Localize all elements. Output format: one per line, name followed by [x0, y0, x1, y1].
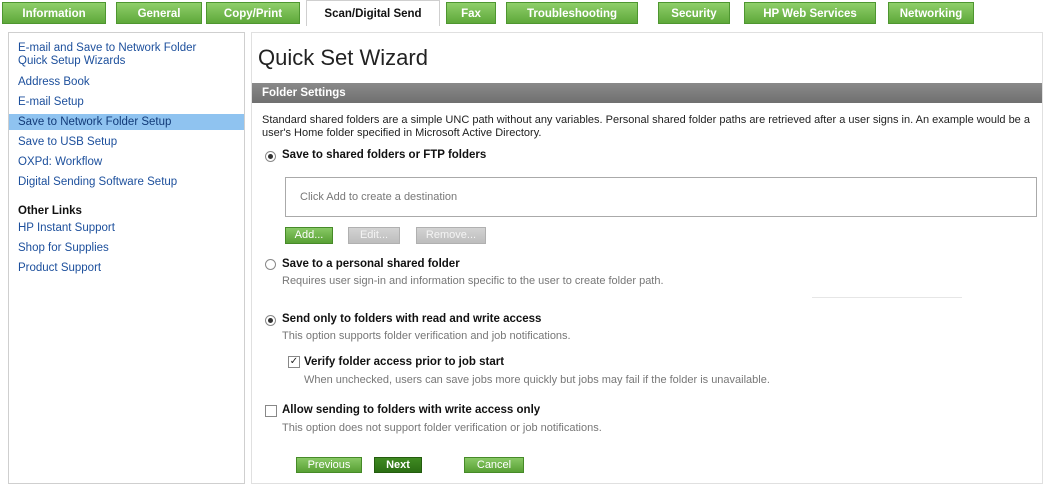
- label-read-write-access: Send only to folders with read and write…: [282, 313, 542, 325]
- tab-networking[interactable]: Networking: [888, 2, 974, 24]
- checkbox-allow-write-only[interactable]: [265, 405, 277, 417]
- checkbox-verify-access[interactable]: ✓: [288, 356, 300, 368]
- page-title: Quick Set Wizard: [258, 45, 428, 70]
- previous-button[interactable]: Previous: [296, 457, 362, 473]
- sidebar-item-digital-sending-software[interactable]: Digital Sending Software Setup: [9, 174, 244, 190]
- link-hp-instant-support[interactable]: HP Instant Support: [9, 220, 244, 236]
- radio-shared-folders[interactable]: [265, 151, 276, 162]
- tab-hp-web-services[interactable]: HP Web Services: [744, 2, 876, 24]
- destination-placeholder: Click Add to create a destination: [300, 191, 458, 203]
- label-personal-folder: Save to a personal shared folder: [282, 258, 460, 270]
- cancel-button[interactable]: Cancel: [464, 457, 524, 473]
- tab-scan-digital-send[interactable]: Scan/Digital Send: [306, 0, 440, 26]
- top-tab-bar: Information General Copy/Print Scan/Digi…: [0, 0, 1046, 26]
- sidebar-item-oxpd-workflow[interactable]: OXPd: Workflow: [9, 154, 244, 170]
- sidebar-item-quick-setup-wizards[interactable]: Quick Setup Wizards: [9, 55, 244, 68]
- sidebar-item-email-setup[interactable]: E-mail Setup: [9, 94, 244, 110]
- link-shop-for-supplies[interactable]: Shop for Supplies: [9, 240, 244, 256]
- destination-list[interactable]: Click Add to create a destination: [285, 177, 1037, 217]
- label-allow-write-only: Allow sending to folders with write acce…: [282, 404, 541, 416]
- radio-personal-folder[interactable]: [265, 259, 276, 270]
- tab-security[interactable]: Security: [658, 2, 730, 24]
- tab-general[interactable]: General: [116, 2, 202, 24]
- verify-access-description: When unchecked, users can save jobs more…: [304, 374, 770, 386]
- allow-write-only-description: This option does not support folder veri…: [282, 422, 602, 434]
- sidebar-item-save-network-folder-setup[interactable]: Save to Network Folder Setup: [9, 114, 244, 130]
- tab-troubleshooting[interactable]: Troubleshooting: [506, 2, 638, 24]
- add-button[interactable]: Add...: [285, 227, 333, 244]
- section-header-folder-settings: Folder Settings: [252, 83, 1042, 103]
- tab-information[interactable]: Information: [2, 2, 106, 24]
- divider: [812, 297, 962, 298]
- main-panel: Quick Set Wizard Folder Settings Standar…: [251, 32, 1043, 484]
- edit-button[interactable]: Edit...: [348, 227, 400, 244]
- other-links-heading: Other Links: [18, 205, 82, 217]
- label-shared-folders: Save to shared folders or FTP folders: [282, 149, 487, 161]
- tab-copy-print[interactable]: Copy/Print: [206, 2, 300, 24]
- link-product-support[interactable]: Product Support: [9, 260, 244, 276]
- remove-button[interactable]: Remove...: [416, 227, 486, 244]
- tab-fax[interactable]: Fax: [446, 2, 496, 24]
- folder-settings-description: Standard shared folders are a simple UNC…: [262, 114, 1030, 139]
- sidebar-item-email-save-folder[interactable]: E-mail and Save to Network Folder: [9, 42, 244, 55]
- sidebar-item-save-usb-setup[interactable]: Save to USB Setup: [9, 134, 244, 150]
- radio-read-write-access[interactable]: [265, 315, 276, 326]
- left-navigation: E-mail and Save to Network Folder Quick …: [8, 32, 245, 484]
- label-verify-access: Verify folder access prior to job start: [304, 356, 505, 368]
- sidebar-item-address-book[interactable]: Address Book: [9, 74, 244, 90]
- next-button[interactable]: Next: [374, 457, 422, 473]
- read-write-description: This option supports folder verification…: [282, 330, 571, 342]
- personal-folder-description: Requires user sign-in and information sp…: [282, 275, 664, 287]
